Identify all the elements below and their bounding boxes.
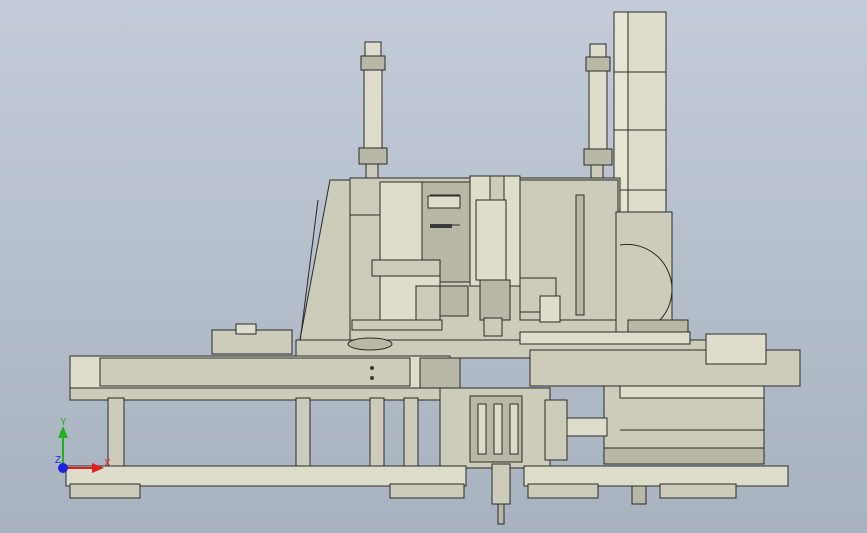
- machine-assembly-drawing: Y X Z: [55, 11, 801, 525]
- cad-viewport[interactable]: Y X Z: [0, 0, 867, 533]
- right-side-housing: [615, 211, 689, 341]
- vertical-motor-cylinder: [613, 11, 667, 213]
- right-motor: [529, 333, 801, 465]
- right-air-cylinder: [583, 43, 613, 186]
- support-posts: [107, 397, 419, 469]
- coordinate-triad: Y X Z: [55, 417, 111, 473]
- center-slide: [475, 175, 511, 337]
- base-plate: [65, 465, 789, 505]
- bottom-probe: [491, 463, 511, 525]
- y-axis-label: Y: [60, 417, 67, 428]
- z-axis-label: Z: [55, 455, 61, 466]
- main-beam: [69, 355, 461, 401]
- x-axis-label: X: [104, 458, 111, 469]
- left-side-frame: [297, 179, 356, 351]
- center-gearbox: [439, 387, 608, 469]
